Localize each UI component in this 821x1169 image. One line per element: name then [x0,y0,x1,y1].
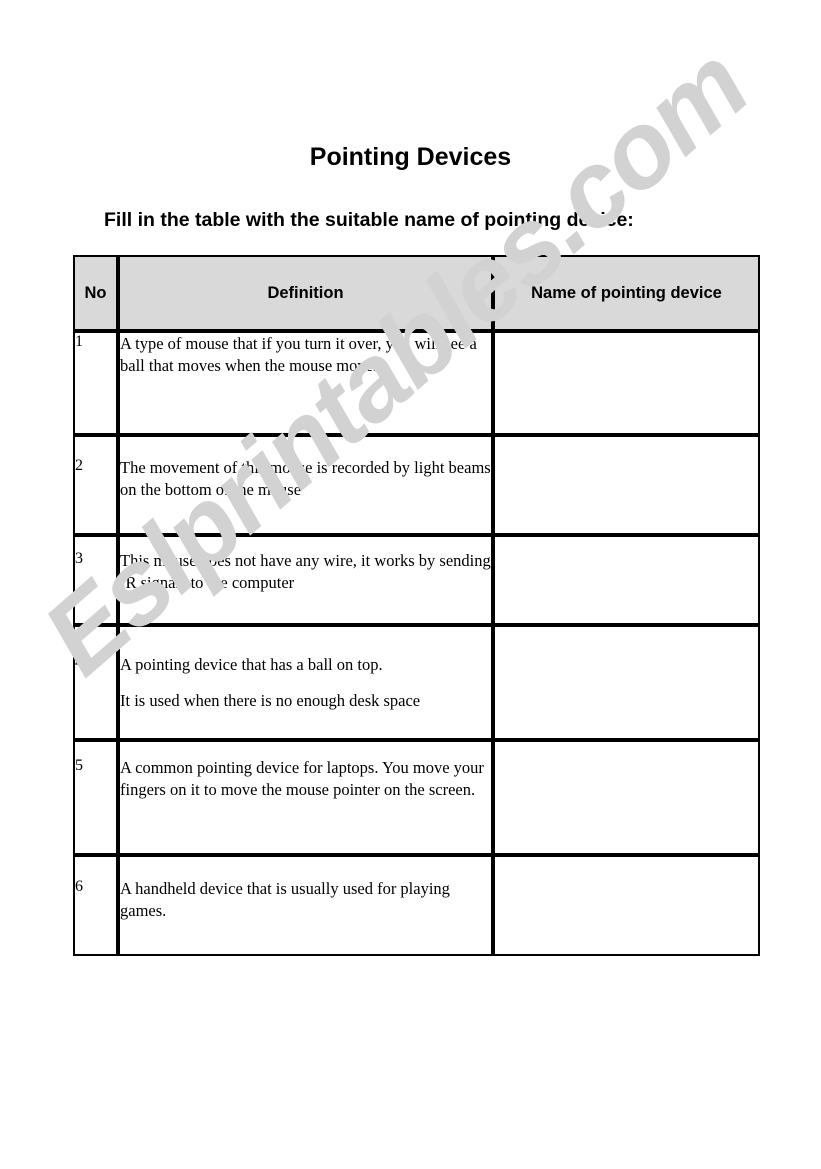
row-definition: The movement of this mouse is recorded b… [118,435,493,535]
row-definition: A common pointing device for laptops. Yo… [118,740,493,855]
worksheet-page: Eslprintables.com Pointing Devices Fill … [0,0,821,1169]
definition-paragraph: The movement of this mouse is recorded b… [120,458,491,499]
table-body: 1 A type of mouse that if you turn it ov… [73,331,760,956]
table-row: 6 A handheld device that is usually used… [73,855,760,956]
table-row: 2 The movement of this mouse is recorded… [73,435,760,535]
column-header-definition: Definition [118,255,493,331]
row-number: 2 [73,435,118,535]
column-header-no: No [73,255,118,331]
row-number: 6 [73,855,118,956]
instruction-text: Fill in the table with the suitable name… [104,209,634,231]
row-number: 1 [73,331,118,435]
definition-paragraph: A common pointing device for laptops. Yo… [120,758,484,799]
row-number: 3 [73,535,118,625]
definition-paragraph: A handheld device that is usually used f… [120,879,450,920]
answer-blank[interactable] [493,855,760,956]
definition-paragraph: It is used when there is no enough desk … [120,690,421,710]
answer-blank[interactable] [493,331,760,435]
row-definition: A type of mouse that if you turn it over… [118,331,493,435]
answer-blank[interactable] [493,740,760,855]
definition-paragraph: A pointing device that has a ball on top… [120,655,383,674]
definition-paragraph: This mouse does not have any wire, it wo… [120,551,491,592]
table-row: 1 A type of mouse that if you turn it ov… [73,331,760,435]
row-definition: A pointing device that has a ball on top… [118,625,493,740]
row-definition: This mouse does not have any wire, it wo… [118,535,493,625]
table-row: 4 A pointing device that has a ball on t… [73,625,760,740]
answer-blank[interactable] [493,625,760,740]
table-row: 5 A common pointing device for laptops. … [73,740,760,855]
answer-blank[interactable] [493,535,760,625]
row-number: 4 [73,625,118,740]
table-header-row: No Definition Name of pointing device [73,255,760,331]
table-row: 3 This mouse does not have any wire, it … [73,535,760,625]
page-title: Pointing Devices [309,143,512,171]
worksheet-table-container: No Definition Name of pointing device 1 … [73,255,760,956]
answer-blank[interactable] [493,435,760,535]
column-header-name-of-pointing-device: Name of pointing device [493,255,760,331]
row-number: 5 [73,740,118,855]
worksheet-table: No Definition Name of pointing device 1 … [73,255,760,956]
row-definition: A handheld device that is usually used f… [118,855,493,956]
definition-paragraph: A type of mouse that if you turn it over… [120,334,477,375]
